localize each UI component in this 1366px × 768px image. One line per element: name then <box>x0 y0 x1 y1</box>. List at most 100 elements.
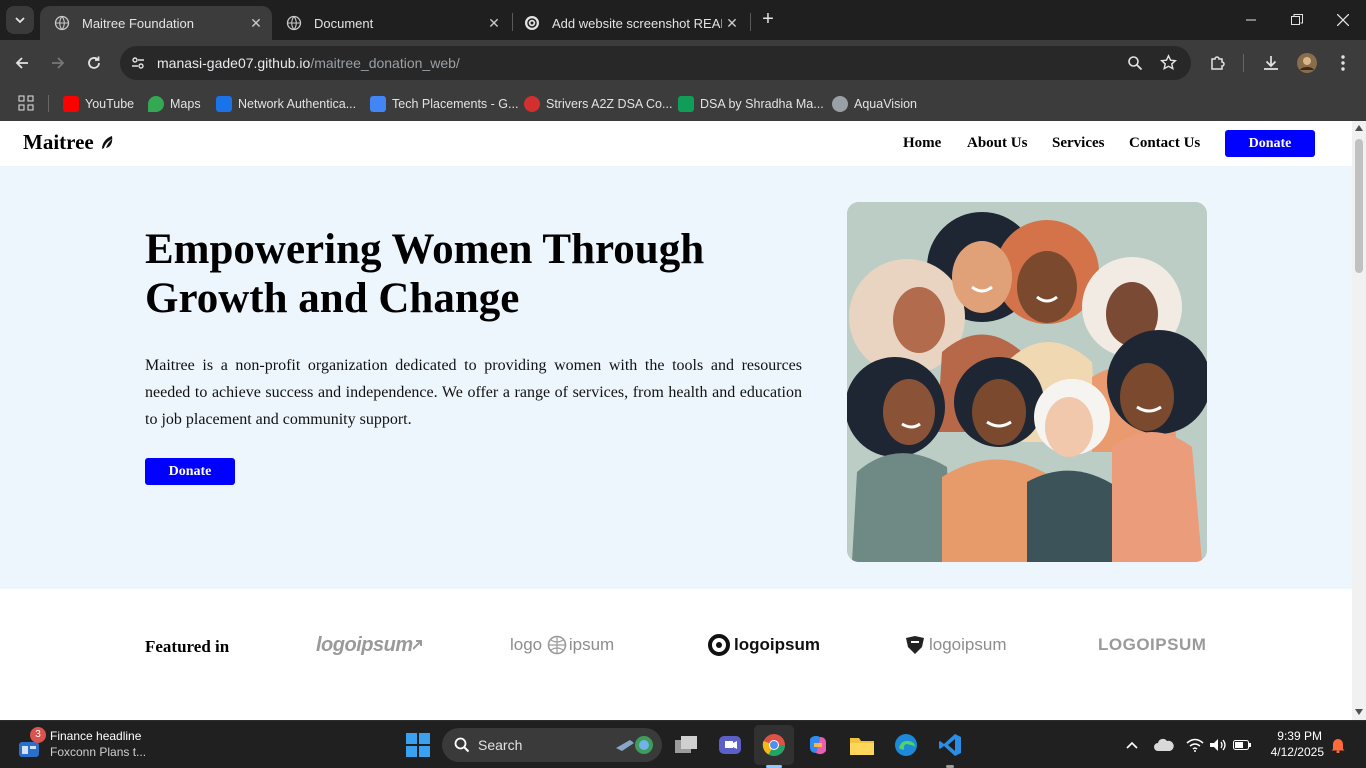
minimize-button[interactable] <box>1228 0 1274 40</box>
nav-home[interactable]: Home <box>903 135 941 152</box>
avatar <box>1297 53 1317 73</box>
shield-logo-icon <box>906 636 924 654</box>
clock-time[interactable]: 9:39 PM <box>1258 729 1322 743</box>
bookmark-label: AquaVision <box>854 97 918 111</box>
cloud-icon <box>1154 738 1174 751</box>
nav-about[interactable]: About Us <box>967 135 1027 152</box>
nav-donate-button[interactable]: Donate <box>1225 130 1315 157</box>
downloads-button[interactable] <box>1258 50 1284 76</box>
star-icon[interactable] <box>1160 54 1177 71</box>
tab-readme[interactable]: Add website screenshot READM ✕ <box>510 6 748 40</box>
globe-icon <box>54 15 70 31</box>
task-view-icon <box>675 736 697 753</box>
news-title: Finance headline <box>50 729 142 743</box>
restore-button[interactable] <box>1274 0 1320 40</box>
windows-logo-icon <box>406 733 430 757</box>
active-app-highlight <box>754 725 794 765</box>
close-icon[interactable]: ✕ <box>246 15 266 32</box>
bookmarks-divider <box>48 95 49 112</box>
vscode-icon <box>939 734 961 756</box>
clock-date[interactable]: 4/12/2025 <box>1258 745 1324 759</box>
bookmark-label: Strivers A2Z DSA Co... <box>546 97 673 111</box>
back-button[interactable] <box>9 50 35 76</box>
edge-icon <box>895 734 917 756</box>
menu-button[interactable] <box>1330 50 1356 76</box>
forward-button[interactable] <box>45 50 71 76</box>
bookmarks-bar: YouTube Maps Network Authentica... Tech … <box>0 86 1366 121</box>
bookmark-aquavision[interactable]: AquaVision <box>832 94 917 114</box>
ring-logo-icon <box>708 634 730 656</box>
download-icon <box>1264 56 1278 70</box>
hero-donate-button[interactable]: Donate <box>145 458 235 485</box>
globe-logo-icon <box>547 635 567 655</box>
browser-toolbar: manasi-gade07.github.io/maitree_donation… <box>0 40 1366 86</box>
press-logo-4[interactable]: logoipsum <box>904 633 1007 657</box>
press-logo-2[interactable]: logo ipsum <box>510 633 614 657</box>
nav-services[interactable]: Services <box>1052 135 1104 152</box>
bookmark-tech-placements[interactable]: Tech Placements - G... <box>370 94 518 114</box>
tab-search-button[interactable] <box>6 6 34 34</box>
tab-maitree[interactable]: Maitree Foundation ✕ <box>40 6 272 40</box>
feather-icon <box>101 135 112 149</box>
site-info-icon[interactable] <box>130 55 146 71</box>
close-icon[interactable]: ✕ <box>484 15 504 32</box>
news-widget[interactable]: 3 Finance headline Foxconn Plans t... <box>16 727 156 763</box>
maps-pin-icon <box>148 96 164 112</box>
new-tab-button[interactable]: + <box>758 8 778 32</box>
news-badge: 3 <box>30 727 46 743</box>
scroll-down-icon[interactable] <box>1355 709 1363 715</box>
battery-button[interactable] <box>1228 731 1256 759</box>
globe-icon <box>832 96 848 112</box>
press-logo-3[interactable]: logoipsum <box>708 633 820 657</box>
edge-button[interactable] <box>892 731 920 759</box>
page-scrollbar[interactable] <box>1352 121 1366 720</box>
close-window-button[interactable] <box>1320 0 1366 40</box>
site-logo[interactable]: Maitree <box>23 130 114 155</box>
nav-contact[interactable]: Contact Us <box>1129 135 1200 152</box>
press-logo-1[interactable]: logoipsum <box>316 633 423 657</box>
scroll-up-icon[interactable] <box>1355 125 1363 131</box>
search-highlight-icon <box>616 736 653 754</box>
copilot-button[interactable] <box>804 731 832 759</box>
bookmark-youtube[interactable]: YouTube <box>63 94 134 114</box>
featured-label: Featured in <box>145 637 230 656</box>
bookmark-label: YouTube <box>85 97 135 111</box>
minimize-icon <box>1246 19 1256 21</box>
docs-icon <box>370 96 386 112</box>
tab-document[interactable]: Document ✕ <box>272 6 510 40</box>
task-view-button[interactable] <box>672 731 700 759</box>
folder-icon <box>850 738 874 755</box>
bookmark-label: Network Authentica... <box>238 97 357 111</box>
search-placeholder: Search <box>478 737 523 753</box>
arrow-icon <box>412 640 422 650</box>
bookmark-label: Tech Placements - G... <box>392 97 519 111</box>
tab-strip: Maitree Foundation ✕ Document ✕ Add webs… <box>0 0 1366 40</box>
onedrive-button[interactable] <box>1150 731 1178 759</box>
wifi-icon <box>1186 738 1204 752</box>
close-icon[interactable]: ✕ <box>722 15 742 32</box>
taskbar-search[interactable]: Search <box>442 728 662 762</box>
bookmark-dsa-shradha[interactable]: DSA by Shradha Ma... <box>678 94 824 114</box>
kebab-menu-icon <box>1341 55 1345 71</box>
apps-grid-icon[interactable] <box>18 95 34 111</box>
chevron-up-icon <box>1126 741 1138 749</box>
extensions-button[interactable] <box>1205 50 1231 76</box>
press-logo-5[interactable]: LOGOIPSUM <box>1098 633 1206 657</box>
profile-button[interactable] <box>1294 50 1320 76</box>
bookmark-maps[interactable]: Maps <box>148 94 201 114</box>
teams-button[interactable] <box>716 731 744 759</box>
url-path: /maitree_donation_web/ <box>310 55 460 71</box>
file-explorer-button[interactable] <box>848 731 876 759</box>
start-button[interactable] <box>404 731 432 759</box>
zoom-icon[interactable] <box>1127 55 1143 71</box>
bookmark-strivers[interactable]: Strivers A2Z DSA Co... <box>524 94 672 114</box>
notifications-button[interactable] <box>1324 731 1352 759</box>
vscode-button[interactable] <box>936 731 964 759</box>
address-bar[interactable]: manasi-gade07.github.io/maitree_donation… <box>120 46 1191 80</box>
hero-section: Empowering Women Through Growth and Chan… <box>0 166 1352 589</box>
reload-button[interactable] <box>81 50 107 76</box>
scrollbar-thumb[interactable] <box>1355 139 1363 273</box>
bookmark-network-auth[interactable]: Network Authentica... <box>216 94 356 114</box>
show-hidden-icons-button[interactable] <box>1118 731 1146 759</box>
taskbar: 3 Finance headline Foxconn Plans t... Se… <box>0 720 1366 768</box>
